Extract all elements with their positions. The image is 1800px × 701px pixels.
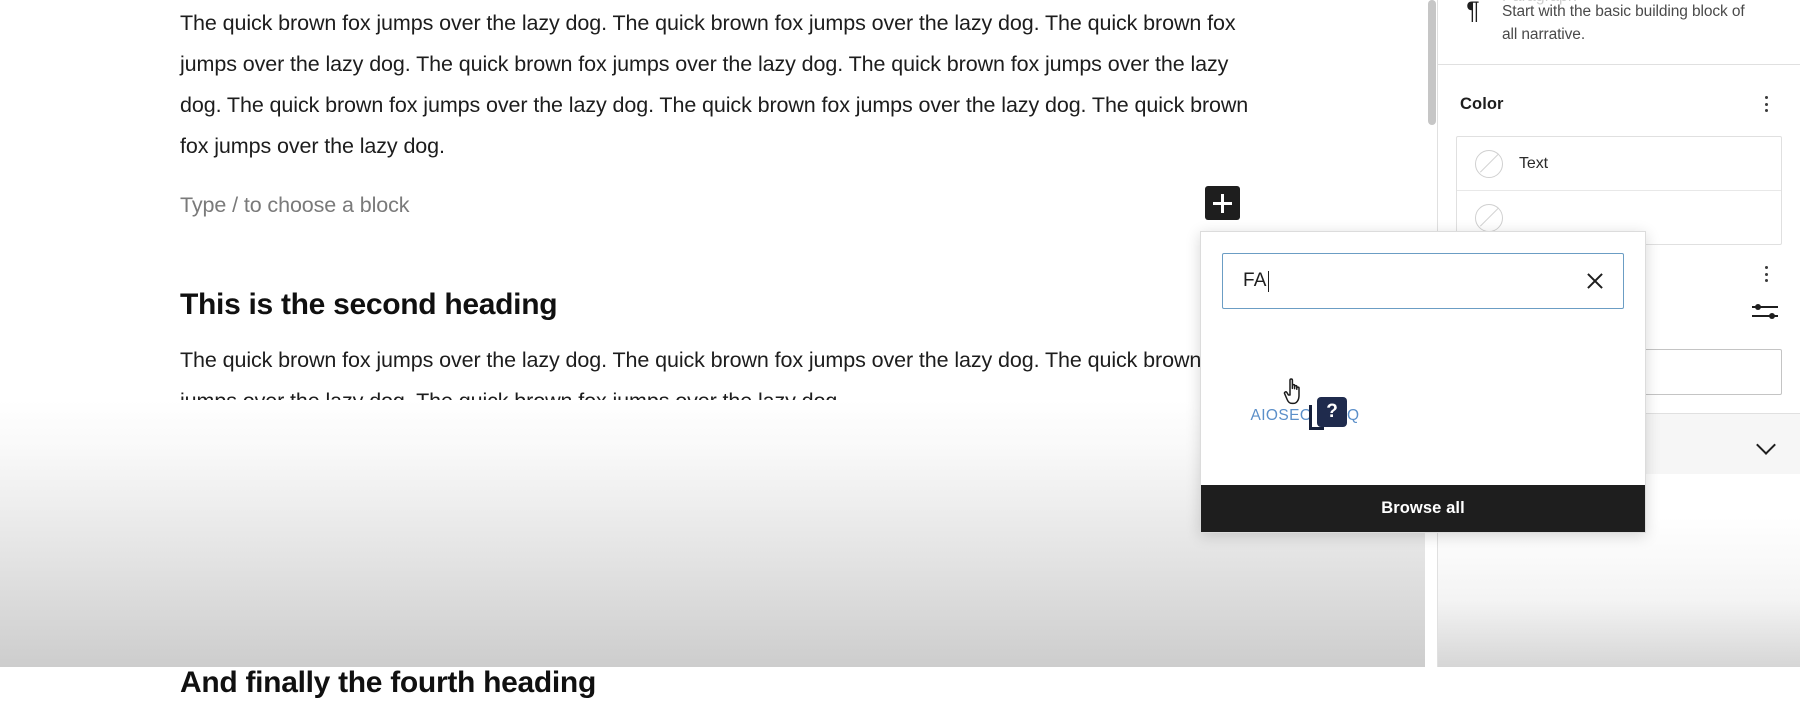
heading-block-third[interactable]: This is the third heading [180,477,519,513]
inserter-search-wrapper: FA [1201,232,1645,309]
editor-scrollbar-thumb[interactable] [1428,0,1436,125]
kebab-dot [1764,272,1768,276]
inserter-results: ? AIOSEO - FAQ [1201,309,1645,474]
editor-root: The quick brown fox jumps over the lazy … [0,0,1800,699]
block-type-card: Paragraph ¶ Start with the basic buildin… [1438,0,1800,64]
color-options-list: Text [1456,136,1782,245]
block-search-value: FA [1243,270,1267,291]
color-row-label: Text [1519,154,1548,172]
block-result-label: AIOSEO - FAQ [1250,407,1360,424]
block-search-input[interactable]: FA [1222,253,1624,309]
heading-block-fourth[interactable]: And finally the fourth heading [180,665,596,701]
chevron-down-icon[interactable] [1756,438,1778,450]
slider-knob [1769,313,1775,319]
kebab-dot [1764,279,1768,282]
clear-search-icon[interactable] [1581,267,1609,295]
color-row-text[interactable]: Text [1457,137,1781,191]
kebab-dot [1764,266,1768,269]
block-result-aioseo-faq[interactable]: ? AIOSEO - FAQ [1241,397,1369,430]
paragraph-block-3[interactable]: Another paragraph. The quick brown fox j… [180,530,1240,612]
pilcrow-icon: ¶ [1466,0,1480,25]
empty-paragraph-placeholder[interactable]: Type / to choose a block [180,190,410,220]
slider-knob [1755,304,1761,310]
add-block-button[interactable] [1205,186,1240,220]
text-caret [1267,270,1270,292]
color-panel-title: Color [1460,94,1504,113]
paragraph-block-1[interactable]: The quick brown fox jumps over the lazy … [180,3,1252,167]
kebab-dot [1764,102,1768,106]
sliders-icon[interactable] [1752,301,1778,323]
color-panel-options-icon[interactable] [1754,91,1778,117]
block-inserter-popover: FA ? AIOSEO - FAQ Browse all [1200,231,1646,533]
sidebar-bottom-fade [1438,517,1800,667]
kebab-dot [1764,109,1768,112]
typography-panel-options-icon[interactable] [1754,261,1778,287]
plus-icon-vertical [1221,194,1224,213]
block-type-title: Paragraph [1502,0,1577,6]
kebab-dot [1764,96,1768,99]
color-swatch-none-icon [1475,203,1503,232]
color-swatch-none-icon [1475,149,1503,178]
faq-icon-question-mark: ? [1317,397,1347,427]
browse-all-button[interactable]: Browse all [1201,485,1645,532]
block-type-description: Start with the basic building block of a… [1502,3,1745,43]
color-panel-header: Color [1438,65,1800,117]
paragraph-block-2[interactable]: The quick brown fox jumps over the lazy … [180,340,1265,422]
heading-block-second[interactable]: This is the second heading [180,287,558,323]
